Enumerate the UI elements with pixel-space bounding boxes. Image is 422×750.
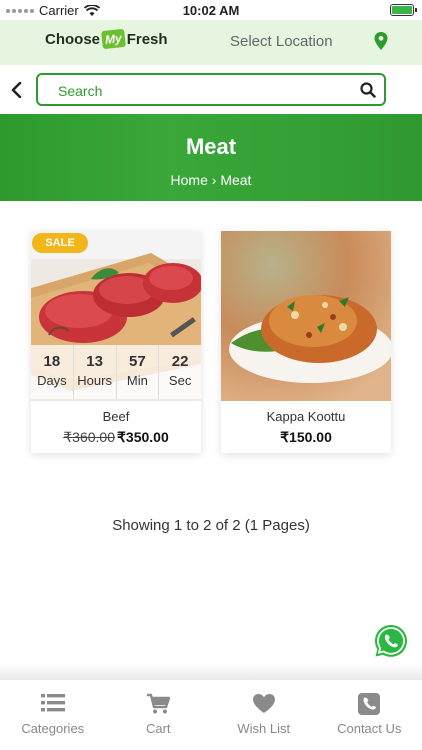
back-arrow-icon[interactable]	[10, 82, 24, 98]
search-placeholder: Search	[58, 83, 103, 99]
product-card-beef[interactable]: SALE 18 Days 13 Hours 57 Min 22 Sec Beef…	[31, 231, 201, 453]
heart-icon	[252, 694, 275, 713]
search-icon[interactable]	[360, 82, 376, 98]
top-header: Choose My Fresh Select Location	[0, 20, 422, 65]
product-name[interactable]: Beef	[31, 409, 201, 424]
app-screen: Carrier 10:02 AM Choose My Fresh Select …	[0, 0, 422, 750]
select-location-button[interactable]: Select Location	[230, 33, 333, 50]
current-price: ₹350.00	[117, 429, 169, 445]
choose-my-fresh-logo[interactable]: Choose My Fresh	[45, 28, 168, 50]
product-name[interactable]: Kappa Koottu	[221, 409, 391, 424]
countdown-days: 18 Days	[31, 345, 74, 399]
product-card-kappa-koottu[interactable]: Kappa Koottu ₹150.00	[221, 231, 391, 453]
countdown-seconds: 22 Sec	[168, 353, 192, 388]
countdown-minutes: 57 Min	[117, 345, 160, 399]
map-pin-icon[interactable]	[374, 32, 388, 50]
pagination-summary: Showing 1 to 2 of 2 (1 Pages)	[112, 517, 310, 534]
countdown-timer: 18 Days 13 Hours 57 Min 22 Sec	[31, 345, 201, 399]
whatsapp-icon[interactable]	[373, 623, 409, 659]
phone-icon	[358, 693, 381, 715]
nav-cart[interactable]: Cart	[106, 680, 212, 750]
cart-icon	[147, 693, 171, 714]
nav-wish-list[interactable]: Wish List	[211, 680, 317, 750]
nav-label: Contact Us	[337, 721, 402, 736]
product-image-kappa-koottu[interactable]	[221, 231, 391, 401]
nav-label: Categories	[21, 721, 85, 736]
battery-icon	[390, 4, 417, 16]
status-bar: Carrier 10:02 AM	[0, 0, 422, 20]
status-time: 10:02 AM	[182, 3, 240, 18]
breadcrumb[interactable]: Home › Meat	[0, 172, 422, 188]
nav-label: Wish List	[237, 721, 291, 736]
product-price: ₹150.00	[221, 429, 391, 446]
nav-contact-us[interactable]: Contact Us	[317, 680, 422, 750]
list-icon	[40, 694, 65, 712]
search-input[interactable]: Search	[36, 73, 386, 106]
page-title: Meat	[185, 134, 237, 159]
old-price: ₹360.00	[63, 429, 115, 445]
nav-categories[interactable]: Categories	[0, 680, 106, 750]
category-banner: Meat Home › Meat	[0, 114, 422, 201]
product-price: ₹360.00 ₹350.00	[31, 429, 201, 446]
countdown-hours: 13 Hours	[74, 345, 117, 399]
nav-label: Cart	[145, 721, 171, 736]
bottom-navigation: Categories Cart Wish List Contact Us	[0, 680, 422, 750]
sale-badge: SALE	[32, 233, 88, 253]
current-price: ₹150.00	[280, 429, 332, 445]
